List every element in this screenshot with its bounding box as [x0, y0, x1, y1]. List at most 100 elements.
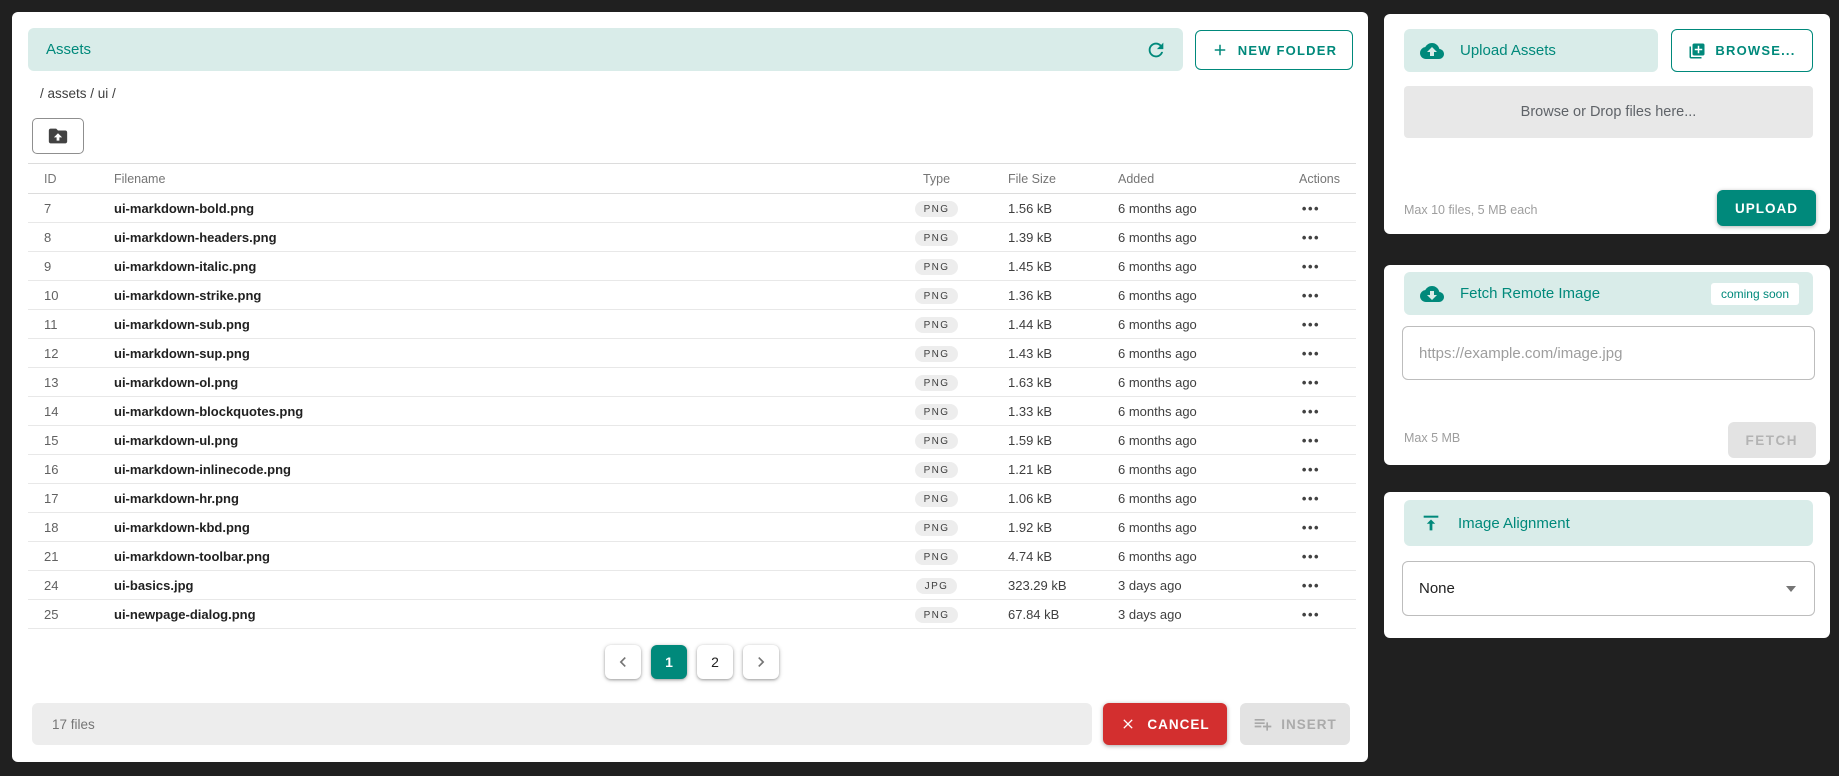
table-row[interactable]: 24 ui-basics.jpg JPG 323.29 kB 3 days ago ••• — [28, 570, 1356, 600]
playlist-add-icon — [1253, 714, 1273, 734]
cell-size: 67.84 kB — [984, 599, 1096, 629]
alignment-panel-title: Image Alignment — [1458, 514, 1570, 532]
cell-id: 17 — [28, 483, 98, 513]
pagination: 12 — [28, 645, 1356, 679]
upload-button[interactable]: UPLOAD — [1717, 190, 1816, 226]
cell-size: 323.29 kB — [984, 570, 1096, 600]
file-type-badge: PNG — [914, 258, 959, 275]
row-actions-button[interactable]: ••• — [1302, 375, 1320, 390]
browse-button[interactable]: BROWSE... — [1671, 29, 1813, 72]
row-actions-button[interactable]: ••• — [1302, 433, 1320, 448]
cell-size: 1.43 kB — [984, 338, 1096, 368]
table-row[interactable]: 9 ui-markdown-italic.png PNG 1.45 kB 6 month… — [28, 251, 1356, 281]
fetch-limit-text: Max 5 MB — [1404, 431, 1461, 445]
upload-panel-title: Upload Assets — [1460, 42, 1556, 59]
table-row[interactable]: 11 ui-markdown-sub.png PNG 1.44 kB 6 months … — [28, 309, 1356, 339]
alignment-selected-value: None — [1419, 580, 1455, 597]
row-actions-button[interactable]: ••• — [1302, 549, 1320, 564]
file-type-badge: PNG — [914, 490, 959, 507]
folder-up-button[interactable] — [32, 118, 84, 154]
row-actions-button[interactable]: ••• — [1302, 259, 1320, 274]
table-row[interactable]: 18 ui-markdown-kbd.png PNG 1.92 kB 6 months … — [28, 512, 1356, 542]
prev-page-button[interactable] — [605, 645, 641, 679]
row-actions-button[interactable]: ••• — [1302, 520, 1320, 535]
file-type-badge: PNG — [914, 287, 959, 304]
cell-added: 6 months ago — [1096, 454, 1266, 484]
cell-id: 8 — [28, 222, 98, 252]
table-row[interactable]: 21 ui-markdown-toolbar.png PNG 4.74 kB 6 mon… — [28, 541, 1356, 571]
cell-added: 6 months ago — [1096, 193, 1266, 223]
row-actions-button[interactable]: ••• — [1302, 404, 1320, 419]
cell-filename: ui-markdown-ul.png — [98, 425, 889, 455]
cell-added: 6 months ago — [1096, 483, 1266, 513]
table-row[interactable]: 25 ui-newpage-dialog.png PNG 67.84 kB 3 days… — [28, 599, 1356, 629]
refresh-button[interactable] — [1145, 39, 1167, 61]
row-actions-button[interactable]: ••• — [1302, 201, 1320, 216]
alignment-panel-header: Image Alignment — [1404, 500, 1813, 546]
cell-id: 21 — [28, 541, 98, 571]
cell-added: 6 months ago — [1096, 512, 1266, 542]
cell-id: 12 — [28, 338, 98, 368]
cell-filename: ui-markdown-headers.png — [98, 222, 889, 252]
remote-url-input[interactable] — [1402, 326, 1815, 380]
table-row[interactable]: 12 ui-markdown-sup.png PNG 1.43 kB 6 months … — [28, 338, 1356, 368]
table-row[interactable]: 10 ui-markdown-strike.png PNG 1.36 kB 6 mont… — [28, 280, 1356, 310]
cell-id: 16 — [28, 454, 98, 484]
cell-actions: ••• — [1266, 193, 1356, 223]
cell-filename: ui-markdown-toolbar.png — [98, 541, 889, 571]
page-button-1[interactable]: 1 — [651, 645, 687, 679]
breadcrumb[interactable]: / assets / ui / — [40, 86, 116, 101]
row-actions-button[interactable]: ••• — [1302, 462, 1320, 477]
alignment-select[interactable]: None — [1402, 561, 1815, 616]
row-actions-button[interactable]: ••• — [1302, 491, 1320, 506]
cell-filename: ui-basics.jpg — [98, 570, 889, 600]
image-alignment-panel: Image Alignment None — [1384, 492, 1830, 638]
table-row[interactable]: 16 ui-markdown-inlinecode.png PNG 1.21 kB 6 … — [28, 454, 1356, 484]
cell-type: PNG — [889, 251, 984, 281]
cell-id: 14 — [28, 396, 98, 426]
align-top-icon — [1420, 512, 1442, 534]
file-type-badge: PNG — [914, 606, 959, 623]
row-actions-button[interactable]: ••• — [1302, 288, 1320, 303]
cell-actions: ••• — [1266, 483, 1356, 513]
cell-added: 6 months ago — [1096, 396, 1266, 426]
coming-soon-badge: coming soon — [1710, 282, 1799, 305]
next-page-button[interactable] — [743, 645, 779, 679]
cell-type: PNG — [889, 193, 984, 223]
chevron-down-icon — [1786, 585, 1796, 592]
table-row[interactable]: 7 ui-markdown-bold.png PNG 1.56 kB 6 months … — [28, 193, 1356, 223]
row-actions-button[interactable]: ••• — [1302, 317, 1320, 332]
row-actions-button[interactable]: ••• — [1302, 607, 1320, 622]
cell-actions: ••• — [1266, 309, 1356, 339]
table-row[interactable]: 17 ui-markdown-hr.png PNG 1.06 kB 6 months a… — [28, 483, 1356, 513]
folder-upload-icon — [47, 125, 69, 147]
new-folder-button[interactable]: NEW FOLDER — [1195, 30, 1353, 70]
insert-button: INSERT — [1240, 703, 1350, 745]
row-actions-button[interactable]: ••• — [1302, 578, 1320, 593]
cell-type: JPG — [889, 570, 984, 600]
file-dropzone[interactable]: Browse or Drop files here... — [1404, 86, 1813, 138]
cell-type: PNG — [889, 541, 984, 571]
column-header-id: ID — [28, 163, 98, 194]
cancel-button[interactable]: CANCEL — [1103, 703, 1227, 745]
cell-added: 6 months ago — [1096, 222, 1266, 252]
upload-panel-header: Upload Assets — [1404, 29, 1658, 72]
upload-limit-text: Max 10 files, 5 MB each — [1404, 203, 1538, 217]
table-row[interactable]: 13 ui-markdown-ol.png PNG 1.63 kB 6 months a… — [28, 367, 1356, 397]
cell-actions: ••• — [1266, 396, 1356, 426]
row-actions-button[interactable]: ••• — [1302, 230, 1320, 245]
table-row[interactable]: 15 ui-markdown-ul.png PNG 1.59 kB 6 months a… — [28, 425, 1356, 455]
cell-size: 1.33 kB — [984, 396, 1096, 426]
page-button-2[interactable]: 2 — [697, 645, 733, 679]
cell-size: 1.59 kB — [984, 425, 1096, 455]
row-actions-button[interactable]: ••• — [1302, 346, 1320, 361]
cell-type: PNG — [889, 367, 984, 397]
cell-type: PNG — [889, 483, 984, 513]
table-row[interactable]: 8 ui-markdown-headers.png PNG 1.39 kB 6 mont… — [28, 222, 1356, 252]
file-count-bar: 17 files — [32, 703, 1092, 745]
cell-id: 9 — [28, 251, 98, 281]
cell-size: 1.36 kB — [984, 280, 1096, 310]
cell-actions: ••• — [1266, 425, 1356, 455]
table-row[interactable]: 14 ui-markdown-blockquotes.png PNG 1.33 kB 6… — [28, 396, 1356, 426]
file-type-badge: PNG — [914, 374, 959, 391]
